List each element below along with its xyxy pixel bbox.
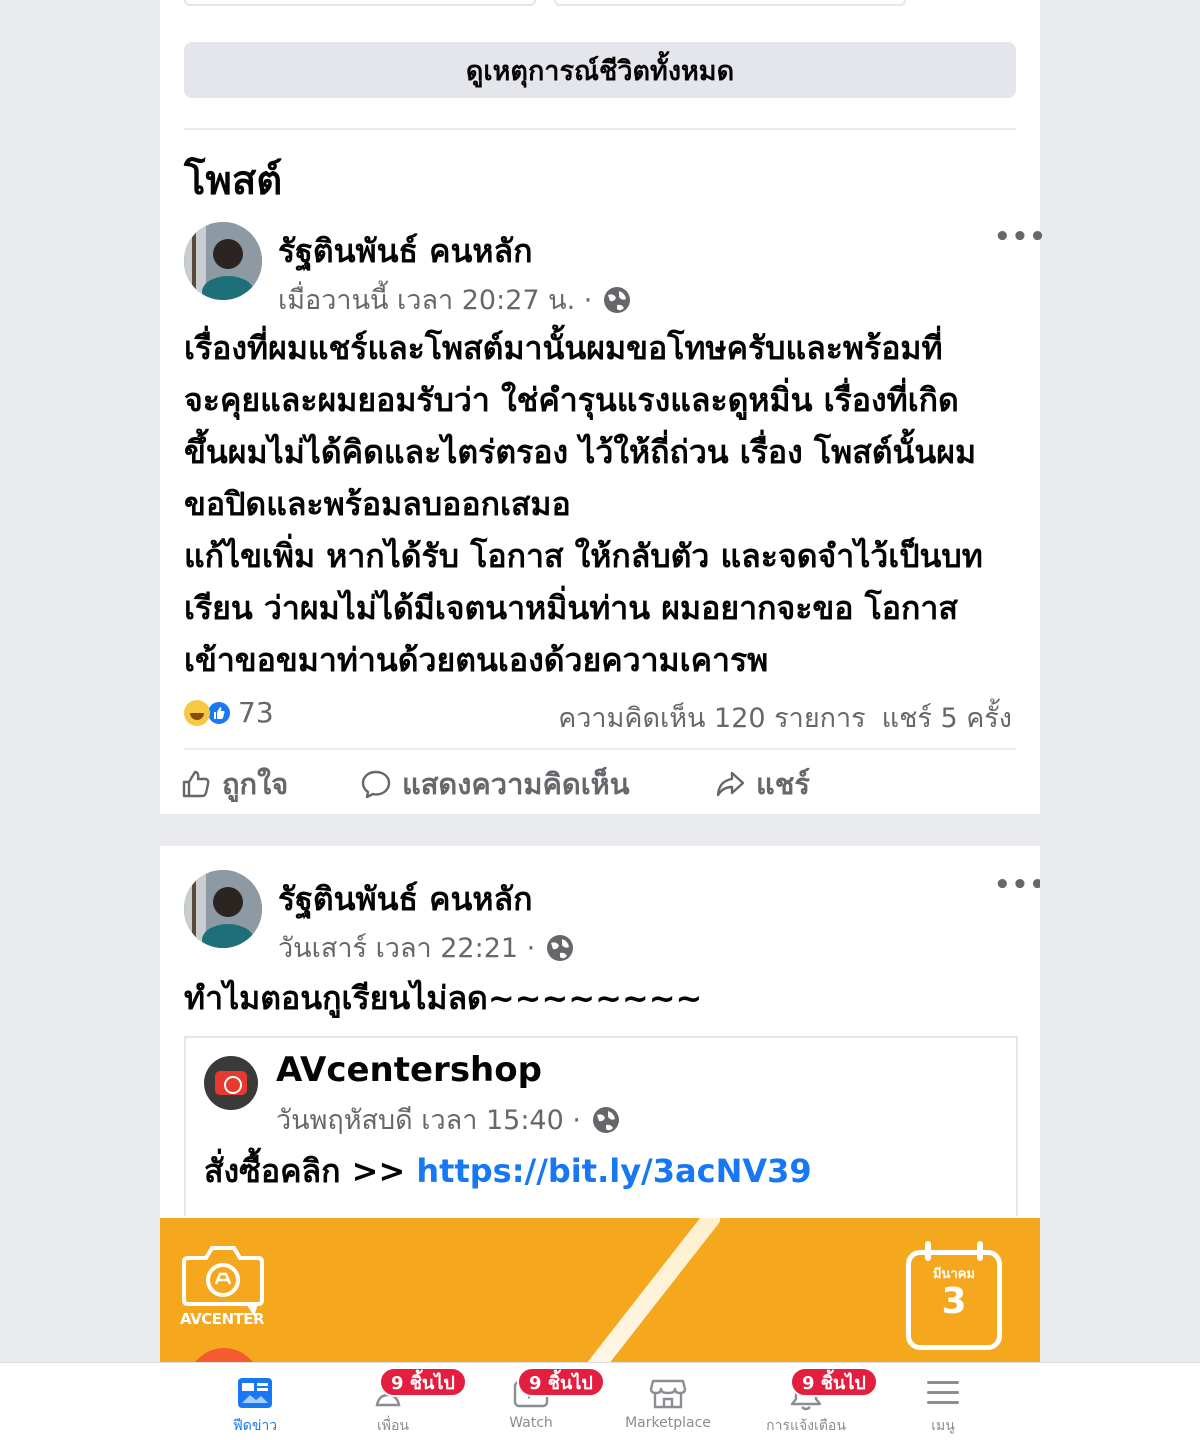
marketplace-icon	[649, 1379, 687, 1409]
posts-section-title: โพสต์	[184, 158, 283, 204]
notification-badge: 9 ชิ้นไป	[379, 1367, 467, 1397]
tab-friends[interactable]: เพื่อน 9 ชิ้นไป	[333, 1363, 467, 1440]
bottom-tab-bar: ฟีดข่าว เพื่อน 9 ชิ้นไป Watch 9 ชิ้นไป M…	[0, 1362, 1200, 1440]
shared-post-timestamp[interactable]: วันพฤหัสบดี เวลา 15:40 ·	[276, 1098, 581, 1141]
globe-icon	[547, 934, 574, 961]
tab-label: Marketplace	[625, 1415, 711, 1431]
like-label: ถูกใจ	[222, 767, 289, 801]
post-meta: วันเสาร์ เวลา 22:21 ·	[278, 926, 575, 969]
order-prompt: สั่งซื้อคลิก >>	[204, 1152, 406, 1190]
divider	[184, 748, 1016, 750]
notification-badge: 9 ชิ้นไป	[790, 1367, 878, 1397]
tab-label: ฟีดข่าว	[232, 1418, 278, 1434]
post-author[interactable]: รัฐตินพันธ์ คนหลัก	[278, 874, 533, 925]
post-author[interactable]: รัฐตินพันธ์ คนหลัก	[278, 226, 533, 277]
comment-label: แสดงความคิดเห็น	[402, 767, 630, 801]
avatar-photo	[184, 870, 262, 948]
post-timestamp[interactable]: วันเสาร์ เวลา 22:21 ·	[278, 926, 535, 969]
reaction-count: 73	[238, 696, 274, 729]
share-label: แชร์	[756, 767, 810, 801]
post-body-line: จะคุยและผมยอมรับว่า ใช่คำรุนแรงและดูหมิ่…	[184, 381, 959, 419]
menu-icon	[927, 1381, 959, 1404]
shared-post[interactable]: AVcentershop วันพฤหัสบดี เวลา 15:40 · สั…	[184, 1036, 1018, 1216]
banner-logo-text: AVCENTER	[180, 1310, 265, 1328]
promo-banner-image[interactable]: AVCENTER มีนาคม 3	[160, 1218, 1040, 1366]
top-tab-stub	[554, 0, 906, 6]
comment-bubble-icon	[361, 770, 391, 799]
news-feed-icon	[238, 1378, 272, 1408]
top-tab-stub	[184, 0, 536, 6]
page-avatar[interactable]	[204, 1056, 258, 1110]
shared-page-name[interactable]: AVcentershop	[276, 1050, 542, 1090]
like-button[interactable]: ถูกใจ	[180, 761, 288, 807]
comment-button[interactable]: แสดงความคิดเห็น	[360, 761, 630, 807]
profile-card: ดูเหตุการณ์ชีวิตทั้งหมด โพสต์ รัฐตินพันธ…	[160, 0, 1046, 814]
shared-post-meta: วันพฤหัสบดี เวลา 15:40 ·	[276, 1098, 621, 1141]
haha-reaction-icon	[184, 699, 210, 726]
shared-post-text: สั่งซื้อคลิก >> https://bit.ly/3acNV39	[204, 1146, 812, 1197]
avatar[interactable]	[184, 222, 262, 300]
camera-icon	[215, 1071, 247, 1095]
post-body: ทำไมตอนกูเรียนไม่ลด~~~~~~~~	[184, 972, 1024, 1024]
avatar-photo	[184, 222, 262, 300]
post-body-line: เรื่องที่ผมแชร์และโพสต์มานั้นผมขอโทษครับ…	[184, 329, 943, 367]
thumbs-up-icon	[182, 770, 210, 798]
more-options-icon[interactable]: •••	[994, 870, 1040, 900]
see-all-life-events-button[interactable]: ดูเหตุการณ์ชีวิตทั้งหมด	[184, 42, 1016, 98]
more-options-icon[interactable]: •••	[994, 222, 1047, 252]
avatar[interactable]	[184, 870, 262, 948]
globe-icon	[592, 1106, 619, 1133]
comment-count[interactable]: ความคิดเห็น 120 รายการ	[558, 696, 865, 739]
tab-notifications[interactable]: การแจ้งเตือน 9 ชิ้นไป	[746, 1363, 878, 1440]
calendar-day: 3	[941, 1281, 967, 1322]
tab-marketplace[interactable]: Marketplace	[608, 1363, 728, 1440]
divider	[184, 128, 1016, 130]
share-button[interactable]: แชร์	[714, 761, 810, 807]
tab-watch[interactable]: Watch 9 ชิ้นไป	[471, 1363, 605, 1440]
post-body-line: แก้ไขเพิ่ม หากได้รับ โอกาส ให้กลับตัว แล…	[184, 537, 983, 575]
post-body-line: ทำไมตอนกูเรียนไม่ลด~~~~~~~~	[184, 979, 703, 1017]
shared-link[interactable]: https://bit.ly/3acNV39	[416, 1152, 811, 1190]
tab-menu[interactable]: เมนู	[883, 1363, 1003, 1440]
tab-label: การแจ้งเตือน	[766, 1418, 846, 1434]
light-streak	[574, 1218, 724, 1366]
post-actions: ถูกใจ แสดงความคิดเห็น แชร์	[160, 756, 1040, 812]
calendar-icon: มีนาคม 3	[906, 1241, 1002, 1350]
tab-label: เพื่อน	[377, 1418, 409, 1434]
post-body-line: ขอปิดและพร้อมลบออกเสมอ	[184, 485, 571, 523]
post-body: เรื่องที่ผมแชร์และโพสต์มานั้นผมขอโทษครับ…	[184, 322, 1024, 686]
post-body-line: ขึ้นผมไม่ได้คิดและไตร่ตรอง ไว้ให้ถี่ถ่วน…	[184, 433, 977, 471]
post-meta: เมื่อวานนี้ เวลา 20:27 น. ·	[278, 278, 632, 321]
tab-news-feed[interactable]: ฟีดข่าว	[195, 1363, 315, 1440]
share-count[interactable]: แชร์ 5 ครั้ง	[882, 696, 1012, 739]
post-body-line: เรียน ว่าผมไม่ได้มีเจตนาหมิ่นท่าน ผมอยาก…	[184, 589, 958, 627]
globe-icon	[604, 286, 631, 313]
engagement-stats: ความคิดเห็น 120 รายการ แชร์ 5 ครั้ง	[558, 696, 1012, 739]
reaction-summary[interactable]: 73	[184, 696, 274, 729]
camera-logo-icon	[182, 1246, 264, 1316]
post-timestamp[interactable]: เมื่อวานนี้ เวลา 20:27 น. ·	[278, 278, 592, 321]
tab-label: Watch	[509, 1415, 553, 1431]
tab-label: เมนู	[931, 1418, 955, 1434]
post-body-line: เข้าขอขมาท่านด้วยตนเองด้วยความเคารพ	[184, 641, 769, 679]
notification-badge: 9 ชิ้นไป	[517, 1367, 605, 1397]
post-card: รัฐตินพันธ์ คนหลัก วันเสาร์ เวลา 22:21 ·…	[160, 846, 1040, 1366]
share-arrow-icon	[716, 771, 745, 797]
